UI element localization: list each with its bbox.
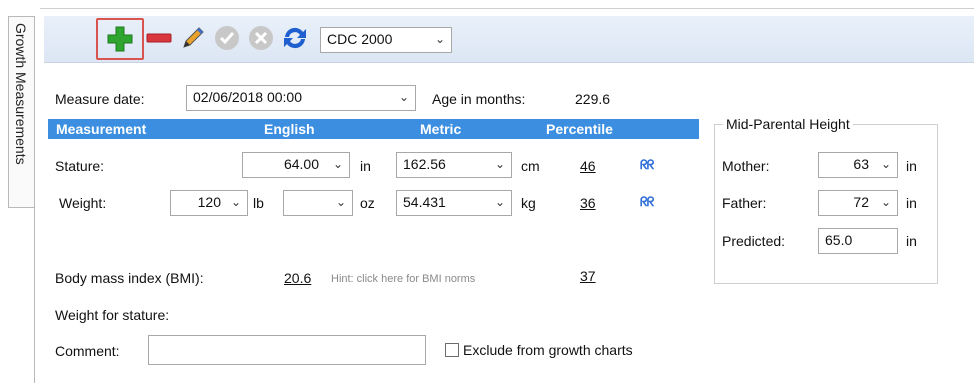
predicted-height-value: 65.0	[825, 232, 853, 248]
weight-metric-value: 54.431	[403, 194, 446, 210]
weight-for-stature-label: Weight for stature:	[55, 307, 170, 323]
age-value: 229.6	[575, 91, 611, 107]
mother-label: Mother:	[722, 158, 770, 174]
mother-height-select[interactable]: 63 ⌄	[818, 152, 898, 178]
stature-percentile-link[interactable]: 46	[580, 158, 596, 174]
stature-english-value: 64.00	[283, 156, 319, 172]
weight-metric-unit: kg	[521, 195, 536, 211]
close-circle-icon	[249, 26, 273, 50]
cancel-button[interactable]	[244, 21, 278, 55]
remove-button[interactable]	[142, 21, 176, 55]
chart-standard-value: CDC 2000	[327, 31, 393, 47]
add-button[interactable]	[96, 18, 144, 60]
plus-icon	[107, 26, 133, 52]
stature-english-select[interactable]: 64.00 ⌄	[242, 152, 350, 178]
predicted-height-field: 65.0	[818, 228, 898, 254]
stature-metric-select[interactable]: 162.56 ⌄	[396, 152, 512, 178]
stature-english-unit: in	[360, 158, 371, 174]
toolbar: CDC 2000 ⌄	[44, 16, 974, 63]
weight-oz-unit: oz	[360, 195, 375, 211]
weight-trend-icon[interactable]: ᖇᖇ	[640, 194, 654, 210]
weight-lb-unit: lb	[253, 195, 264, 211]
bmi-value[interactable]: 20.6	[284, 270, 311, 286]
pencil-icon	[183, 27, 204, 48]
weight-oz-select[interactable]: ⌄	[283, 190, 353, 216]
weight-lb-value: 120	[197, 194, 221, 210]
father-height-value: 72	[853, 194, 869, 210]
confirm-button[interactable]	[210, 21, 244, 55]
comment-label: Comment:	[55, 343, 120, 359]
edit-button[interactable]	[176, 21, 210, 55]
stature-metric-value: 162.56	[403, 156, 446, 172]
father-label: Father:	[722, 195, 767, 211]
stature-label: Stature:	[55, 158, 105, 174]
minus-icon	[146, 33, 172, 43]
predicted-unit: in	[906, 233, 917, 249]
chevron-down-icon: ⌄	[494, 157, 505, 171]
panel-border	[34, 16, 35, 383]
weight-label: Weight:	[59, 195, 107, 211]
measure-date-label: Measure date:	[55, 91, 145, 107]
mid-parental-title: Mid-Parental Height	[723, 116, 853, 132]
refresh-button[interactable]	[278, 21, 312, 55]
measure-date-select[interactable]: 02/06/2018 00:00 ⌄	[186, 85, 416, 111]
weight-percentile-link[interactable]: 36	[580, 195, 596, 211]
measure-date-value: 02/06/2018 00:00	[193, 89, 302, 105]
chevron-down-icon: ⌄	[880, 195, 891, 209]
header-metric: Metric	[420, 121, 462, 137]
comment-input[interactable]	[148, 335, 426, 365]
father-unit: in	[906, 195, 917, 211]
tab-label: Growth Measurements	[13, 23, 29, 165]
header-measurement: Measurement	[56, 121, 147, 137]
refresh-icon	[284, 27, 306, 49]
top-divider	[40, 8, 974, 9]
header-english: English	[264, 121, 315, 137]
chevron-down-icon: ⌄	[434, 32, 445, 46]
mother-unit: in	[906, 158, 917, 174]
bmi-percentile-link[interactable]: 37	[580, 268, 596, 284]
check-circle-icon	[215, 26, 239, 50]
bmi-norms-hint[interactable]: Hint: click here for BMI norms	[331, 273, 475, 285]
chevron-down-icon: ⌄	[332, 157, 343, 171]
predicted-label: Predicted:	[722, 233, 786, 249]
chart-standard-select[interactable]: CDC 2000 ⌄	[320, 27, 452, 53]
father-height-select[interactable]: 72 ⌄	[818, 190, 898, 216]
tab-growth-measurements[interactable]: Growth Measurements	[8, 16, 35, 208]
chevron-down-icon: ⌄	[230, 195, 241, 209]
measurement-table-header: Measurement English Metric Percentile	[48, 119, 699, 139]
bmi-label: Body mass index (BMI):	[55, 270, 204, 286]
header-percentile: Percentile	[546, 121, 613, 137]
chevron-down-icon: ⌄	[398, 90, 409, 104]
exclude-label[interactable]: Exclude from growth charts	[463, 342, 633, 358]
stature-metric-unit: cm	[521, 158, 540, 174]
chevron-down-icon: ⌄	[335, 195, 346, 209]
chevron-down-icon: ⌄	[494, 195, 505, 209]
chevron-down-icon: ⌄	[880, 157, 891, 171]
weight-lb-select[interactable]: 120 ⌄	[170, 190, 248, 216]
stature-trend-icon[interactable]: ᖇᖇ	[640, 157, 654, 173]
age-label: Age in months:	[432, 91, 526, 107]
exclude-checkbox[interactable]	[445, 343, 459, 357]
weight-metric-select[interactable]: 54.431 ⌄	[396, 190, 512, 216]
mother-height-value: 63	[853, 156, 869, 172]
